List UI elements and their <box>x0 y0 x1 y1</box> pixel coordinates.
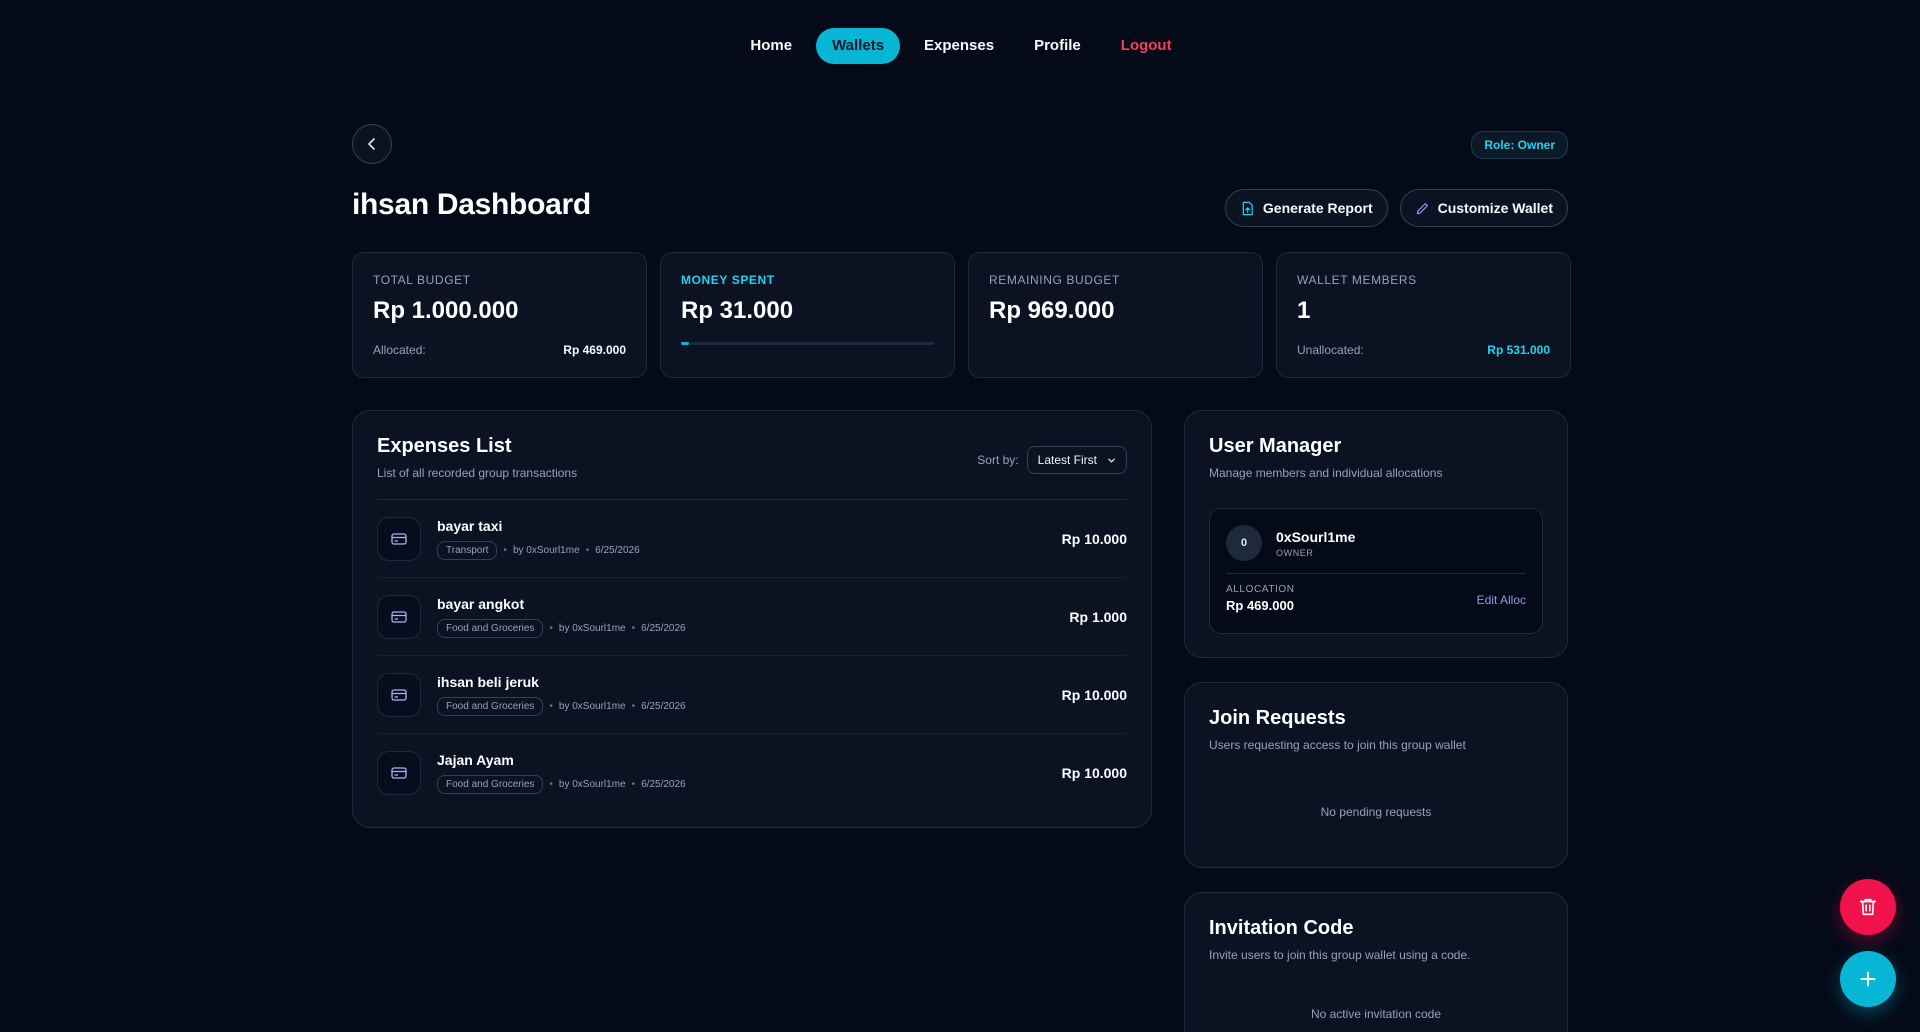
expense-row[interactable]: bayar angkot Food and Groceries • by 0xS… <box>377 578 1127 656</box>
join-requests-subtitle: Users requesting access to join this gro… <box>1209 738 1466 752</box>
card-icon <box>377 516 421 561</box>
expense-amount: Rp 1.000 <box>1069 608 1127 625</box>
separator-dot: • <box>549 779 553 790</box>
pencil-icon <box>1416 202 1428 214</box>
nav-expenses[interactable]: Expenses <box>908 28 1010 64</box>
empty-message: No active invitation code <box>1310 1007 1442 1021</box>
expense-amount: Rp 10.000 <box>1061 530 1127 547</box>
expense-row[interactable]: Jajan Ayam Food and Groceries • by 0xSou… <box>377 734 1127 812</box>
stat-label: TOTAL BUDGET <box>373 273 471 287</box>
user-manager-subtitle: Manage members and individual allocation… <box>1209 466 1443 480</box>
expense-name: ihsan beli jeruk <box>437 673 539 690</box>
avatar: 0 <box>1226 525 1262 561</box>
delete-wallet-button[interactable] <box>1840 879 1896 935</box>
card-icon <box>377 672 421 717</box>
expense-author: by 0xSourl1me <box>558 622 626 634</box>
chevron-down-icon <box>1108 458 1115 463</box>
card-icon <box>377 751 421 795</box>
money-spent-card: MONEY SPENT Rp 31.000 <box>660 252 955 378</box>
header-actions: Generate Report Customize Wallet <box>1224 189 1568 227</box>
card-icon <box>377 594 421 639</box>
trash-icon <box>1859 898 1877 916</box>
page-title: ihsan Dashboard <box>352 188 591 221</box>
empty-message: No pending requests <box>1320 805 1432 819</box>
invitation-subtitle: Invite users to join this group wallet u… <box>1209 948 1471 962</box>
expense-name: bayar taxi <box>437 517 503 534</box>
category-tag: Food and Groceries <box>437 618 544 638</box>
expense-date: 6/25/2026 <box>641 779 686 790</box>
stat-label: REMAINING BUDGET <box>989 273 1120 287</box>
stat-value: Rp 1.000.000 <box>373 297 519 324</box>
expense-author: by 0xSourl1me <box>558 779 626 790</box>
expense-author: by 0xSourl1me <box>512 544 580 556</box>
stat-value: Rp 969.000 <box>989 297 1115 324</box>
stat-label: WALLET MEMBERS <box>1297 273 1417 287</box>
user-manager-title: User Manager <box>1209 435 1342 457</box>
invitation-code-panel: Invitation Code Invite users to join thi… <box>1184 892 1568 1032</box>
member-role: OWNER <box>1276 547 1314 558</box>
expense-name: Jajan Ayam <box>437 752 514 768</box>
nav-home[interactable]: Home <box>734 28 808 64</box>
expense-row[interactable]: bayar taxi Transport • by 0xSourl1me • 6… <box>377 500 1127 578</box>
user-manager-panel: User Manager Manage members and individu… <box>1184 410 1568 658</box>
wallet-members-card: WALLET MEMBERS 1 Unallocated: Rp 531.000 <box>1276 252 1571 378</box>
join-requests-panel: Join Requests Users requesting access to… <box>1184 682 1568 868</box>
expense-date: 6/25/2026 <box>595 544 640 556</box>
allocated-label: Allocated: <box>373 343 426 357</box>
separator-dot: • <box>503 544 507 556</box>
category-tag: Transport <box>437 540 498 560</box>
expense-amount: Rp 10.000 <box>1061 686 1127 703</box>
top-nav: Home Wallets Expenses Profile Logout <box>0 28 1920 64</box>
remaining-budget-card: REMAINING BUDGET Rp 969.000 <box>968 252 1263 378</box>
customize-wallet-button[interactable]: Customize Wallet <box>1399 189 1568 227</box>
nav-logout[interactable]: Logout <box>1105 28 1188 64</box>
stat-label: MONEY SPENT <box>681 273 775 287</box>
unallocated-label: Unallocated: <box>1297 343 1364 357</box>
nav-wallets[interactable]: Wallets <box>816 28 901 64</box>
stat-cards: TOTAL BUDGET Rp 1.000.000 Allocated: Rp … <box>352 252 1571 378</box>
expense-name: bayar angkot <box>437 595 525 612</box>
expense-author: by 0xSourl1me <box>558 700 626 712</box>
allocated-value: Rp 469.000 <box>563 343 626 357</box>
expenses-list: bayar taxi Transport • by 0xSourl1me • 6… <box>377 500 1127 812</box>
join-requests-title: Join Requests <box>1209 707 1346 729</box>
back-button[interactable] <box>352 124 392 164</box>
plus-icon <box>1860 971 1876 987</box>
separator-dot: • <box>631 700 636 712</box>
separator-dot: • <box>549 700 553 712</box>
separator-dot: • <box>549 622 553 634</box>
sort-label: Sort by: <box>977 453 1019 467</box>
separator-dot: • <box>585 544 590 556</box>
edit-alloc-link[interactable]: Edit Alloc <box>1477 593 1526 607</box>
separator-dot: • <box>631 622 636 634</box>
customize-wallet-label: Customize Wallet <box>1437 200 1553 216</box>
sort-value: Latest First <box>1037 453 1097 467</box>
expense-row[interactable]: ihsan beli jeruk Food and Groceries • by… <box>377 656 1127 734</box>
sort-select[interactable]: Latest First <box>1026 446 1127 474</box>
role-badge: Role: Owner <box>1471 131 1568 159</box>
stat-value: 1 <box>1297 297 1311 324</box>
report-icon <box>1242 201 1253 215</box>
generate-report-button[interactable]: Generate Report <box>1224 189 1388 227</box>
generate-report-label: Generate Report <box>1262 200 1373 216</box>
stat-value: Rp 31.000 <box>681 297 794 324</box>
unallocated-value: Rp 531.000 <box>1487 343 1550 357</box>
expense-date: 6/25/2026 <box>641 622 686 634</box>
invitation-title: Invitation Code <box>1209 917 1354 939</box>
add-expense-button[interactable] <box>1840 951 1896 1007</box>
spent-progress-bar <box>681 342 934 345</box>
category-tag: Food and Groceries <box>437 775 544 794</box>
expense-date: 6/25/2026 <box>641 700 686 712</box>
member-card: 0 0xSourl1me OWNER ALLOCATION Rp 469.000… <box>1209 508 1543 634</box>
chevron-left-icon <box>368 138 375 150</box>
member-name: 0xSourl1me <box>1276 528 1356 545</box>
separator-dot: • <box>631 779 636 790</box>
sort-control: Sort by: Latest First <box>977 446 1127 474</box>
expenses-panel: Expenses List List of all recorded group… <box>352 410 1152 828</box>
category-tag: Food and Groceries <box>437 696 544 716</box>
expense-amount: Rp 10.000 <box>1061 765 1127 781</box>
nav-profile[interactable]: Profile <box>1018 28 1097 64</box>
total-budget-card: TOTAL BUDGET Rp 1.000.000 Allocated: Rp … <box>352 252 647 378</box>
spent-progress-fill <box>681 342 689 345</box>
